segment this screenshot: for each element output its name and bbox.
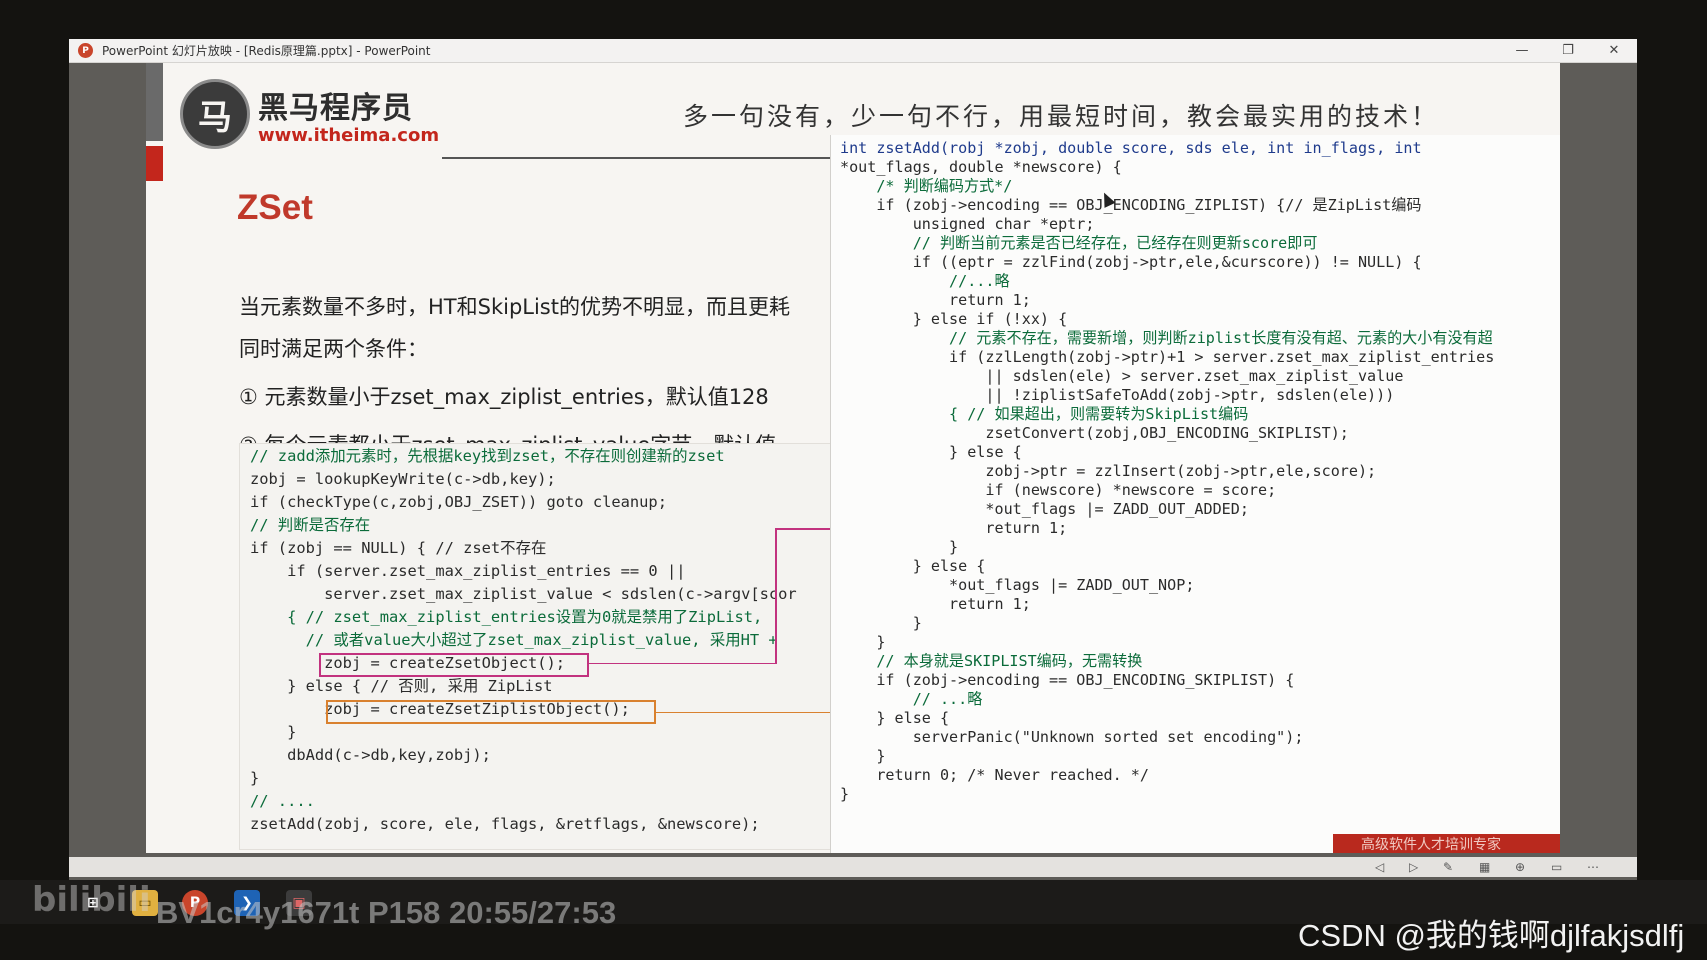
window-title: PowerPoint 幻灯片放映 - [Redis原理篇.pptx] - Pow… bbox=[102, 44, 431, 58]
paragraph-1: 当元素数量不多时，HT和SkipList的优势不明显，而且更耗 bbox=[239, 295, 790, 319]
subtitle-icon[interactable]: ▭ bbox=[1551, 860, 1562, 874]
code-line: } else { bbox=[840, 709, 950, 727]
code-line: // ...略 bbox=[840, 690, 983, 708]
code-line: if (zobj->encoding == OBJ_ENCODING_SKIPL… bbox=[840, 671, 1295, 689]
code-line: } bbox=[840, 633, 886, 651]
code-line: /* 判断编码方式*/ bbox=[840, 177, 1013, 195]
csdn-watermark: CSDN @我的钱啊djlfakjsdlfj bbox=[1298, 918, 1685, 953]
close-button[interactable]: ✕ bbox=[1591, 39, 1637, 62]
highlight-create-zset bbox=[319, 653, 589, 677]
slide-title: ZSet bbox=[237, 188, 313, 227]
more-icon[interactable]: ⋯ bbox=[1587, 860, 1599, 874]
code-line: } bbox=[250, 723, 297, 741]
code-line: { // 如果超出，则需要转为SkipList编码 bbox=[840, 405, 1249, 423]
condition-1: ① 元素数量小于zset_max_ziplist_entries，默认值128 bbox=[239, 385, 769, 409]
code-line: } bbox=[840, 785, 850, 803]
code-line: zobj->ptr = zzlInsert(zobj->ptr,ele,scor… bbox=[840, 462, 1377, 480]
connector-line-pink-top bbox=[775, 528, 830, 530]
code-line: || !ziplistSafeToAdd(zobj->ptr, sdslen(e… bbox=[840, 386, 1395, 404]
code-line: return 1; bbox=[840, 519, 1068, 537]
code-line: if (checkType(c,zobj,OBJ_ZSET)) goto cle… bbox=[250, 493, 667, 511]
code-line: int zsetAdd(robj *zobj, double score, sd… bbox=[840, 139, 1422, 157]
video-info-watermark: BV1cr4y1671t P158 20:55/27:53 bbox=[156, 895, 617, 930]
bilibili-watermark: bilibili bbox=[32, 880, 151, 920]
logo-name: 黑马程序员 bbox=[258, 90, 413, 126]
code-line: // 元素不存在，需要新增，则判断ziplist长度有没有超、元素的大小有没有超 bbox=[840, 329, 1493, 347]
powerpoint-icon: P bbox=[78, 43, 93, 58]
code-line: if (zobj->encoding == OBJ_ENCODING_ZIPLI… bbox=[840, 196, 1422, 214]
code-line: // 或者value大小超过了zset_max_ziplist_value, 采… bbox=[250, 631, 778, 649]
grid-icon[interactable]: ▦ bbox=[1479, 860, 1490, 874]
code-line: if (zobj == NULL) { // zset不存在 bbox=[250, 539, 547, 557]
slogan: 多一句没有，少一句不行，用最短时间，教会最实用的技术！ bbox=[683, 102, 1440, 131]
code-line: } else { bbox=[840, 557, 986, 575]
pen-icon[interactable]: ✎ bbox=[1443, 860, 1453, 874]
code-line: //...略 bbox=[840, 272, 1010, 290]
powerpoint-window: P PowerPoint 幻灯片放映 - [Redis原理篇.pptx] - P… bbox=[69, 39, 1637, 880]
code-line: // .... bbox=[250, 792, 315, 810]
code-line: server.zset_max_ziplist_value < sdslen(c… bbox=[250, 585, 797, 603]
prev-slide-icon[interactable]: ◁ bbox=[1375, 860, 1384, 874]
code-line: } bbox=[250, 769, 260, 787]
code-line: if (zzlLength(zobj->ptr)+1 > server.zset… bbox=[840, 348, 1495, 366]
highlight-create-ziplist bbox=[326, 700, 656, 724]
code-line: return 1; bbox=[840, 595, 1031, 613]
code-line: serverPanic("Unknown sorted set encoding… bbox=[840, 728, 1304, 746]
minimize-button[interactable]: — bbox=[1499, 39, 1545, 62]
slide-red-bar bbox=[146, 146, 163, 181]
horse-logo-icon: 马 bbox=[180, 79, 250, 149]
code-line: *out_flags |= ZADD_OUT_ADDED; bbox=[840, 500, 1249, 518]
slide-canvas[interactable]: 马 黑马程序员 www.itheima.com 多一句没有，少一句不行，用最短时… bbox=[146, 63, 1560, 853]
footer-banner-text: 高级软件人才培训专家 bbox=[1361, 837, 1501, 853]
code-line: if (newscore) *newscore = score; bbox=[840, 481, 1277, 499]
code-line: { // zset_max_ziplist_entries设置为0就是禁用了Zi… bbox=[250, 608, 763, 626]
code-line: || sdslen(ele) > server.zset_max_ziplist… bbox=[840, 367, 1404, 385]
title-bar[interactable]: P PowerPoint 幻灯片放映 - [Redis原理篇.pptx] - P… bbox=[69, 39, 1637, 63]
code-line: zsetAdd(zobj, score, ele, flags, &retfla… bbox=[250, 815, 760, 833]
logo-url: www.itheima.com bbox=[258, 124, 440, 146]
slideshow-toolbar: ◁ ▷ ✎ ▦ ⊕ ▭ ⋯ bbox=[69, 857, 1637, 877]
itheima-logo: 马 黑马程序员 www.itheima.com bbox=[180, 79, 439, 149]
next-slide-icon[interactable]: ▷ bbox=[1409, 860, 1418, 874]
code-line: *out_flags |= ZADD_OUT_NOP; bbox=[840, 576, 1195, 594]
slide-left-bar bbox=[146, 63, 163, 141]
footer-banner: 高级软件人才培训专家 bbox=[1333, 834, 1560, 853]
code-line: if (server.zset_max_ziplist_entries == 0… bbox=[250, 562, 686, 580]
zoom-icon[interactable]: ⊕ bbox=[1515, 860, 1525, 874]
code-line: } else if (!xx) { bbox=[840, 310, 1068, 328]
code-line: if ((eptr = zzlFind(zobj->ptr,ele,&cursc… bbox=[840, 253, 1422, 271]
code-block-zsetadd: int zsetAdd(robj *zobj, double score, sd… bbox=[830, 135, 1560, 853]
restore-button[interactable]: ❐ bbox=[1545, 39, 1591, 62]
connector-line-orange bbox=[656, 712, 830, 713]
code-block-zadd: // zadd添加元素时，先根据key找到zset，不存在则创建新的zset z… bbox=[239, 443, 831, 850]
code-line: } else { bbox=[840, 443, 1022, 461]
code-line: } else { // 否则, 采用 ZipList bbox=[250, 677, 553, 695]
paragraph-2: 同时满足两个条件： bbox=[239, 337, 428, 361]
code-line: // 判断是否存在 bbox=[250, 516, 371, 534]
code-line: // 判断当前元素是否已经存在，已经存在则更新score即可 bbox=[840, 234, 1318, 252]
code-line: return 0; /* Never reached. */ bbox=[840, 766, 1149, 784]
code-line: unsigned char *eptr; bbox=[840, 215, 1095, 233]
code-line: zsetConvert(zobj,OBJ_ENCODING_SKIPLIST); bbox=[840, 424, 1349, 442]
code-line: dbAdd(c->db,key,zobj); bbox=[250, 746, 491, 764]
code-line: return 1; bbox=[840, 291, 1031, 309]
code-line: *out_flags, double *newscore) { bbox=[840, 158, 1122, 176]
code-line: // zadd添加元素时，先根据key找到zset，不存在则创建新的zset bbox=[250, 447, 725, 465]
connector-line-pink bbox=[589, 663, 775, 664]
code-line: } bbox=[840, 614, 922, 632]
code-line: zobj = lookupKeyWrite(c->db,key); bbox=[250, 470, 556, 488]
code-line: // 本身就是SKIPLIST编码，无需转换 bbox=[840, 652, 1143, 670]
connector-line-pink-vertical bbox=[775, 528, 777, 664]
code-line: } bbox=[840, 538, 959, 556]
code-line: } bbox=[840, 747, 886, 765]
